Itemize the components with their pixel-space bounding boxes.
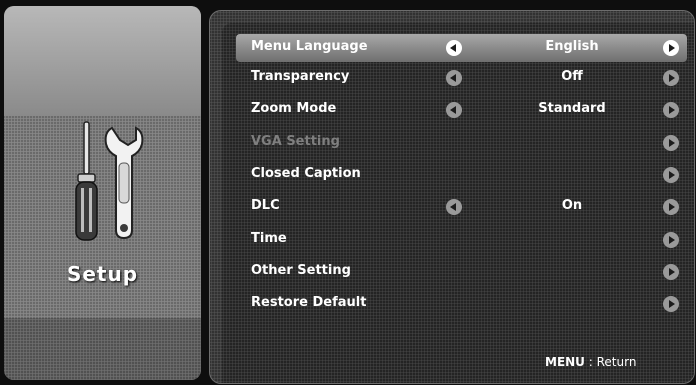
wrench-icon — [104, 126, 144, 240]
menu-item-vga-setting[interactable]: VGA Setting — [236, 129, 687, 157]
menu-item-label: Zoom Mode — [251, 101, 337, 116]
menu-item-closed-caption[interactable]: Closed Caption — [236, 161, 687, 189]
right-arrow-icon[interactable] — [663, 232, 679, 248]
category-title: Setup — [66, 262, 139, 286]
right-arrow-icon[interactable] — [663, 199, 679, 215]
left-arrow-icon[interactable] — [446, 102, 462, 118]
menu-item-value: Standard — [538, 101, 606, 116]
menu-item-dlc[interactable]: DLC On — [236, 193, 687, 221]
menu-item-label: DLC — [251, 198, 280, 213]
right-arrow-icon[interactable] — [663, 102, 679, 118]
panel-top-sheen — [4, 6, 201, 116]
left-arrow-icon[interactable] — [446, 40, 462, 56]
right-arrow-icon[interactable] — [663, 167, 679, 183]
left-arrow-icon[interactable] — [446, 70, 462, 86]
right-arrow-icon[interactable] — [663, 70, 679, 86]
footer-separator: : — [584, 355, 597, 369]
panel-bottom-band — [4, 318, 201, 380]
menu-item-label: Menu Language — [251, 39, 368, 54]
right-arrow-icon[interactable] — [663, 264, 679, 280]
setup-category-panel: Setup — [4, 6, 201, 380]
menu-item-label: Transparency — [251, 69, 350, 84]
menu-item-label: VGA Setting — [251, 134, 340, 149]
footer-hint: MENU : Return — [545, 355, 636, 369]
menu-item-label: Time — [251, 231, 287, 246]
menu-item-label: Closed Caption — [251, 166, 361, 181]
menu-item-restore-default[interactable]: Restore Default — [236, 290, 687, 318]
left-arrow-icon[interactable] — [446, 199, 462, 215]
menu-item-transparency[interactable]: Transparency Off — [236, 64, 687, 92]
menu-item-label: Restore Default — [251, 295, 367, 310]
return-action-label: Return — [596, 355, 637, 369]
menu-item-menu-language[interactable]: Menu Language English — [236, 34, 687, 62]
menu-item-zoom-mode[interactable]: Zoom Mode Standard — [236, 96, 687, 124]
right-arrow-icon[interactable] — [663, 296, 679, 312]
menu-item-other-setting[interactable]: Other Setting — [236, 258, 687, 286]
menu-key-label: MENU — [545, 355, 585, 369]
menu-item-value: On — [561, 198, 583, 213]
tools-icon — [75, 121, 144, 241]
menu-item-label: Other Setting — [251, 263, 351, 278]
right-arrow-icon[interactable] — [663, 135, 679, 151]
right-arrow-icon[interactable] — [663, 40, 679, 56]
screwdriver-icon — [75, 121, 98, 241]
menu-item-value: Off — [561, 69, 583, 84]
menu-item-value: English — [545, 39, 599, 54]
menu-item-time[interactable]: Time — [236, 226, 687, 254]
